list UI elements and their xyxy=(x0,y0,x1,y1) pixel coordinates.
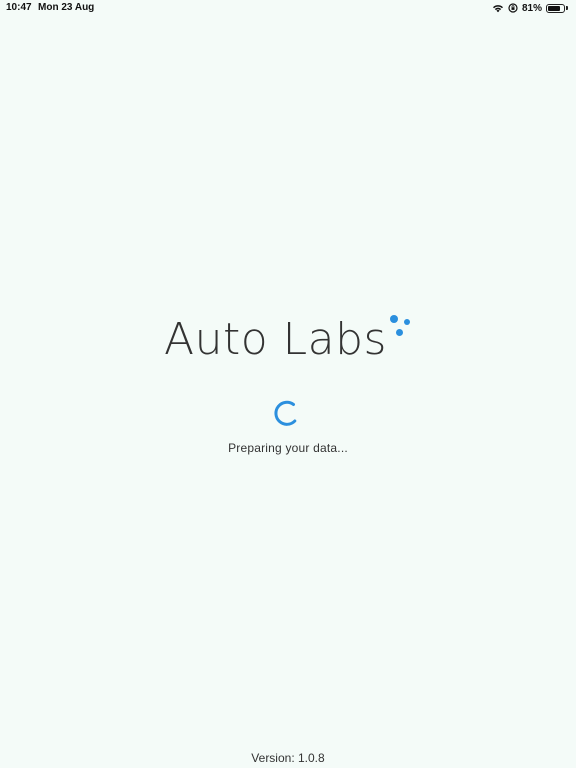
status-date: Mon 23 Aug xyxy=(38,2,95,13)
logo-dot xyxy=(390,315,398,323)
version-label: Version: 1.0.8 xyxy=(251,751,325,765)
orientation-lock-icon xyxy=(508,3,518,13)
battery-icon xyxy=(546,3,568,13)
loading-spinner-icon xyxy=(272,398,302,428)
logo-dot xyxy=(404,319,410,325)
loading-message: Preparing your data... xyxy=(228,441,348,455)
splash-screen: 10:47 Mon 23 Aug 81% Auto Labs Preparing… xyxy=(0,0,576,768)
logo-text: Auto Labs xyxy=(164,314,387,365)
battery-percent: 81% xyxy=(521,2,542,14)
logo-dot xyxy=(396,329,403,336)
auto-labs-logo: Auto Labs xyxy=(164,312,416,372)
status-bar: 10:47 Mon 23 Aug 81% xyxy=(0,0,576,16)
wifi-icon xyxy=(492,3,504,13)
status-time: 10:47 xyxy=(6,2,32,13)
status-indicators: 81% xyxy=(492,1,568,15)
